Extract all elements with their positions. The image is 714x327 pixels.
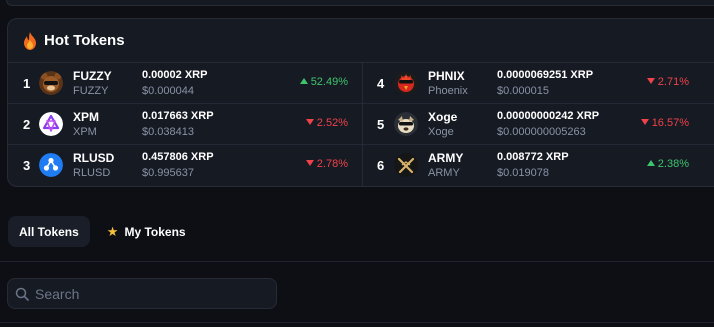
hot-tokens-left-column: 1 FUZZY FUZZY 0.00002 XRP $0.000044 52.4…	[8, 63, 362, 186]
token-name: XPM	[73, 126, 97, 138]
token-change: 16.57%	[640, 117, 689, 129]
token-symbol: ARMY	[428, 151, 464, 165]
bottom-edge	[0, 322, 714, 327]
xpm-logo	[39, 112, 63, 136]
top-panel-edge	[6, 0, 714, 6]
token-price-usd: $0.038413	[142, 126, 194, 138]
hot-tokens-panel: Hot Tokens 1 FUZZY FUZZY 0.00002 XRP $0.…	[7, 18, 714, 187]
token-change-value: 2.78%	[316, 158, 348, 170]
token-name: ARMY	[428, 167, 460, 179]
token-price-usd: $0.000000005263	[497, 126, 586, 138]
token-change-value: 2.52%	[316, 117, 348, 129]
token-change: 2.78%	[305, 158, 348, 170]
token-rank: 1	[23, 76, 31, 91]
token-price-xrp: 0.0000069251 XRP	[497, 69, 594, 81]
tab-all-tokens[interactable]: All Tokens	[8, 216, 90, 247]
token-price-usd: $0.000015	[497, 85, 549, 97]
hot-token-row[interactable]: 1 FUZZY FUZZY 0.00002 XRP $0.000044 52.4…	[8, 63, 362, 104]
down-arrow-icon	[646, 78, 655, 85]
token-symbol: Xoge	[428, 110, 458, 124]
down-arrow-icon	[640, 119, 649, 126]
token-price-xrp: 0.00002 XRP	[142, 69, 208, 81]
token-price-xrp: 0.00000000242 XRP	[497, 110, 600, 122]
token-change-value: 52.49%	[310, 76, 348, 88]
tab-my-tokens-label: My Tokens	[124, 224, 186, 239]
hot-tokens-title: Hot Tokens	[44, 32, 125, 49]
token-price-usd: $0.995637	[142, 167, 194, 179]
token-rank: 6	[377, 158, 385, 173]
token-change: 52.49%	[299, 76, 348, 88]
tab-all-tokens-label: All Tokens	[19, 224, 79, 239]
token-tabs: All Tokens ★ My Tokens	[8, 216, 197, 247]
token-symbol: PHNIX	[428, 69, 465, 83]
token-rank: 3	[23, 158, 31, 173]
token-price-usd: $0.000044	[142, 85, 194, 97]
down-arrow-icon	[305, 119, 314, 126]
hot-token-row[interactable]: 4 PHNIX Phoenix 0.0000069251 XRP $0.0000…	[363, 63, 714, 104]
fuzzy-bear-avatar	[39, 71, 63, 95]
hot-token-row[interactable]: 2 XPM XPM 0.017663 XRP $0.038413 2.52%	[8, 104, 362, 145]
flame-icon	[24, 31, 36, 50]
hot-token-row[interactable]: 6 ARMY ARMY 0.008772 XRP $0.019078 2.38%	[363, 145, 714, 186]
token-change-value: 2.38%	[657, 158, 689, 170]
token-name: FUZZY	[73, 85, 109, 97]
search-box[interactable]	[7, 278, 277, 309]
hot-tokens-grid: 1 FUZZY FUZZY 0.00002 XRP $0.000044 52.4…	[8, 63, 714, 186]
search-icon	[15, 287, 29, 301]
up-arrow-icon	[646, 160, 655, 167]
token-rank: 2	[23, 117, 31, 132]
hot-token-row[interactable]: 5 Xoge Xoge 0.00000000242 XRP $0.0000000…	[363, 104, 714, 145]
token-rank: 5	[377, 117, 385, 132]
down-arrow-icon	[305, 160, 314, 167]
star-icon: ★	[106, 223, 119, 239]
token-change: 2.71%	[646, 76, 689, 88]
token-price-xrp: 0.008772 XRP	[497, 151, 569, 163]
token-rank: 4	[377, 76, 385, 91]
token-symbol: FUZZY	[73, 69, 112, 83]
token-price-usd: $0.019078	[497, 167, 549, 179]
hot-tokens-right-column: 4 PHNIX Phoenix 0.0000069251 XRP $0.0000…	[362, 63, 714, 186]
token-change: 2.52%	[305, 117, 348, 129]
token-change-value: 2.71%	[657, 76, 689, 88]
army-swords-avatar	[394, 153, 418, 177]
token-change: 2.38%	[646, 158, 689, 170]
up-arrow-icon	[299, 78, 308, 85]
token-name: Phoenix	[428, 85, 468, 97]
token-price-xrp: 0.457806 XRP	[142, 151, 214, 163]
token-symbol: XPM	[73, 110, 100, 124]
xoge-dog-avatar	[394, 112, 418, 136]
search-input[interactable]	[35, 285, 255, 302]
section-divider	[0, 261, 714, 262]
hot-tokens-header: Hot Tokens	[8, 19, 714, 63]
token-symbol: RLUSD	[73, 151, 115, 165]
rlusd-logo	[39, 153, 63, 177]
hot-token-row[interactable]: 3 RLUSD RLUSD 0.457806 XRP $0.995637 2.7…	[8, 145, 362, 186]
token-name: Xoge	[428, 126, 454, 138]
phoenix-bird-avatar	[394, 71, 418, 95]
token-name: RLUSD	[73, 167, 111, 179]
token-price-xrp: 0.017663 XRP	[142, 110, 214, 122]
tab-my-tokens[interactable]: ★ My Tokens	[96, 216, 197, 247]
token-change-value: 16.57%	[651, 117, 689, 129]
